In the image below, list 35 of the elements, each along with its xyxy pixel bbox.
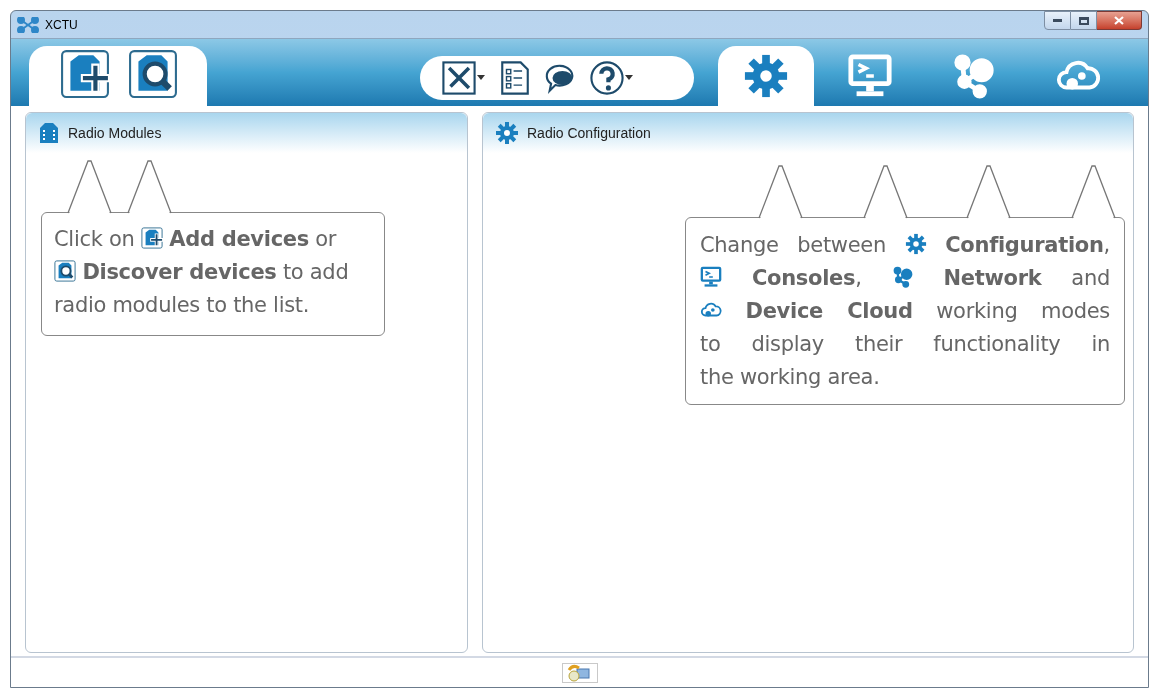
caret-icon — [625, 75, 633, 80]
close-icon — [1114, 16, 1124, 25]
tip-text: to display their functionality in — [700, 332, 1110, 356]
tip-text: Click on — [54, 227, 136, 251]
search-device-icon — [54, 260, 76, 282]
settings-icon — [743, 53, 789, 99]
tip-text: the working area. — [700, 365, 880, 389]
tip-text: Configuration, — [944, 233, 1110, 257]
radio-module-icon — [38, 122, 60, 144]
checklist-button[interactable] — [498, 60, 532, 95]
tip-text: radio modules to the list. — [54, 293, 310, 317]
panel-title: Radio Modules — [68, 123, 162, 143]
caret-icon — [477, 75, 485, 80]
network-nodes-icon — [951, 53, 997, 99]
maximize-button[interactable] — [1071, 11, 1097, 30]
tip-text: Consoles, — [750, 266, 863, 290]
close-button[interactable] — [1097, 11, 1142, 30]
window-title: XCTU — [45, 16, 78, 34]
monitor-icon — [700, 266, 722, 288]
tools-button[interactable] — [442, 60, 476, 95]
configuration-tab[interactable] — [718, 46, 814, 106]
tip-text: Add devices or — [168, 227, 337, 251]
minimize-button[interactable] — [1044, 11, 1071, 30]
add-device-icon — [140, 227, 163, 249]
settings-icon — [904, 233, 927, 255]
tip-text: Discover devices to add — [81, 260, 349, 284]
panel-title: Radio Configuration — [527, 123, 651, 143]
app-logo-icon — [17, 16, 39, 33]
monitor-icon — [847, 53, 893, 99]
help-button[interactable] — [590, 60, 624, 95]
tip-text: Network and — [942, 266, 1110, 290]
status-icon-button[interactable] — [561, 662, 598, 683]
tip-text: Device Cloud working modes — [744, 299, 1110, 323]
tip-text: Change between — [700, 233, 887, 257]
network-nodes-icon — [891, 266, 914, 288]
